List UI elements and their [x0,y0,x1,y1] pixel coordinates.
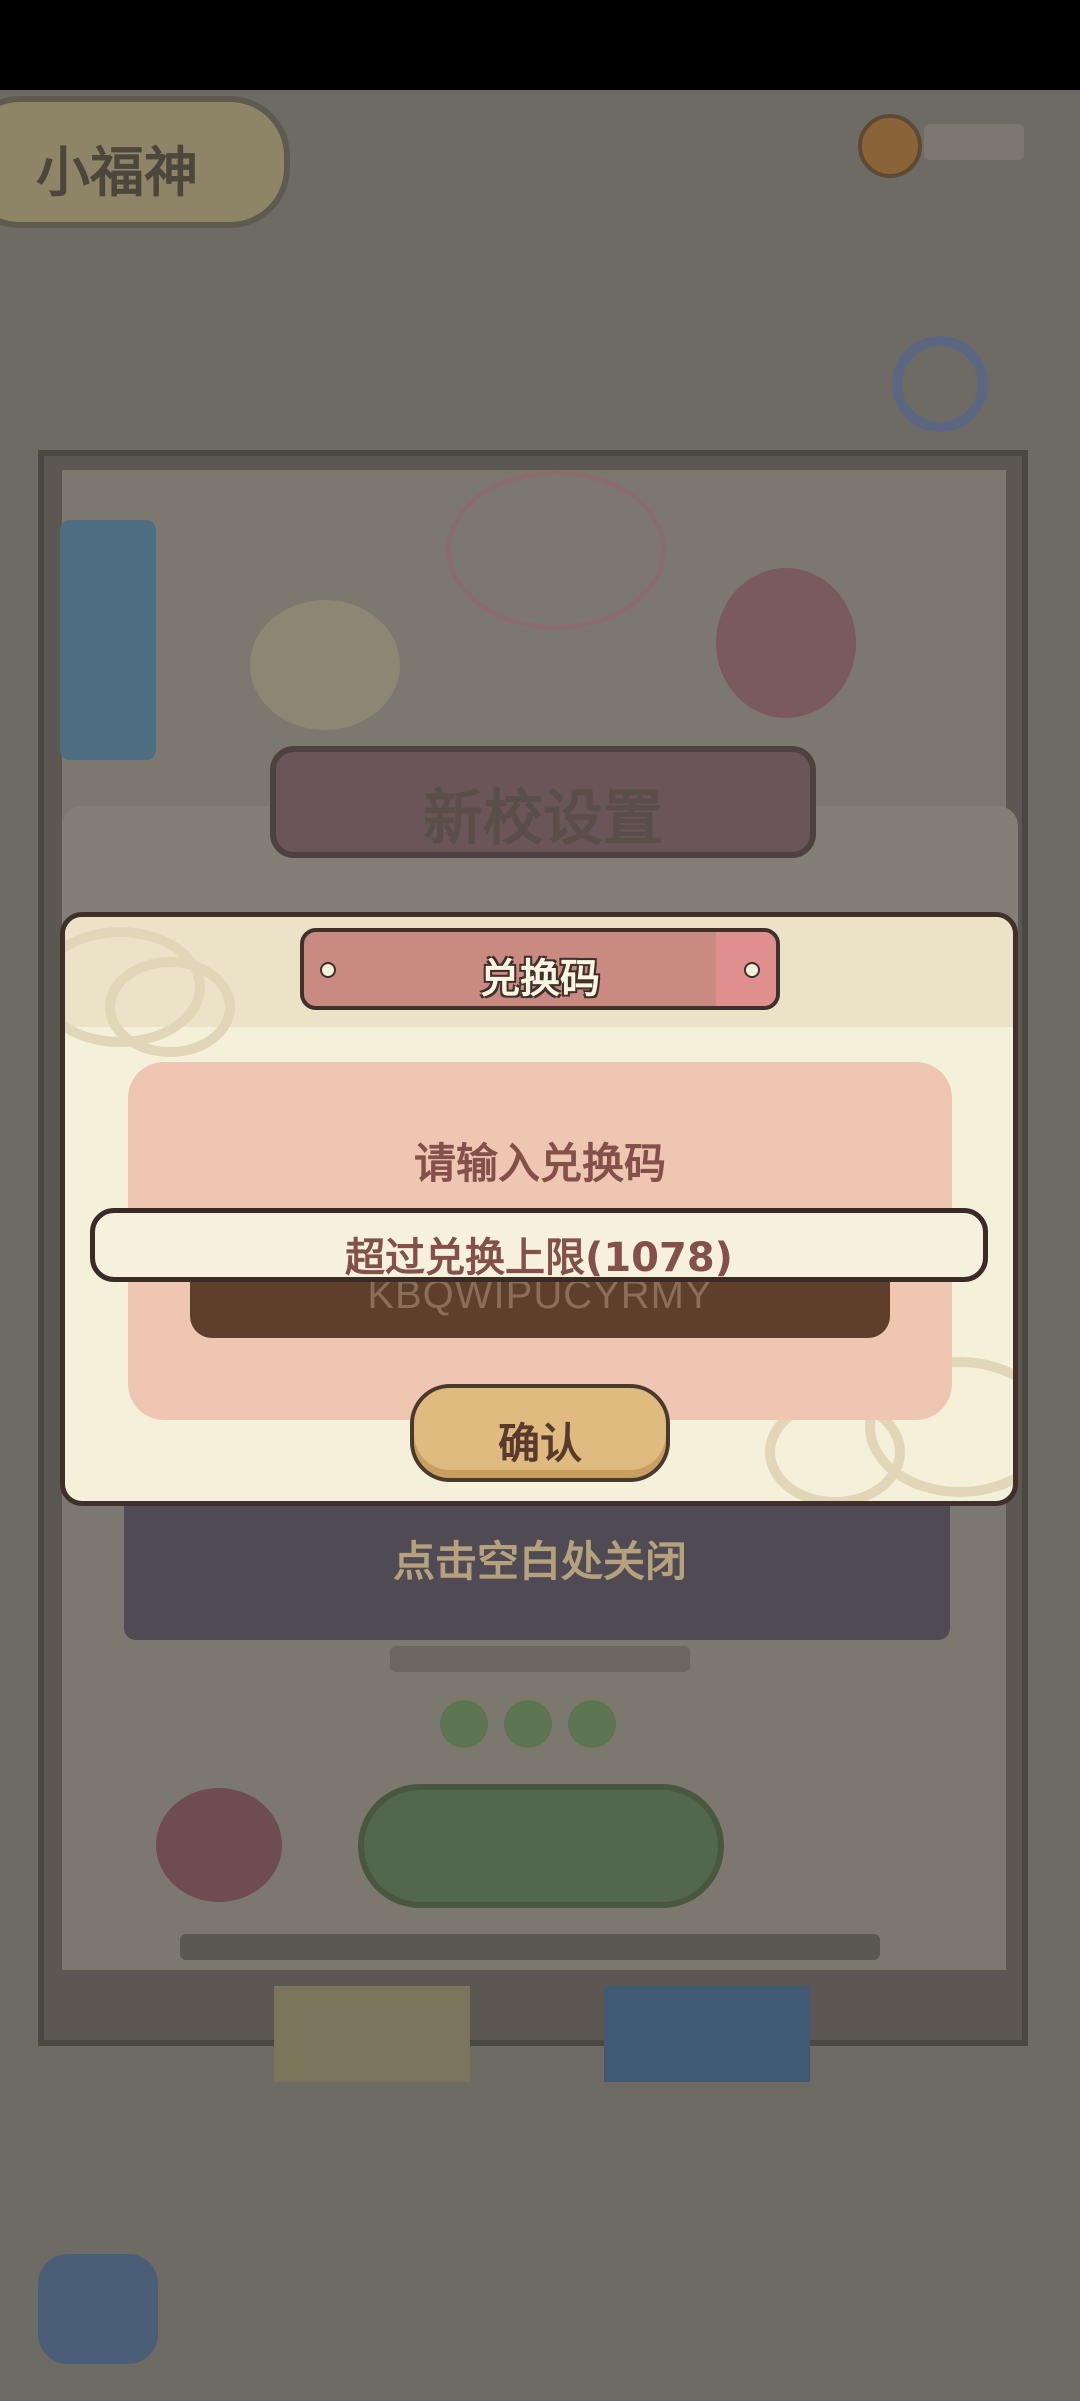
background-green-button [358,1784,724,1908]
status-bar [0,0,1080,90]
background-tab-right [604,1986,810,2082]
error-toast: 超过兑换上限(1078) [90,1208,988,1282]
background-character-left [250,600,400,730]
confirm-button-label: 确认 [497,1419,582,1468]
background-coin-icon [858,114,922,178]
check-icon [504,1700,552,1748]
dialog-title-plaque: 兑换码 [300,928,780,1010]
background-top-left-badge: 小福神 [0,96,290,228]
background-panel-title: 新校设置 [423,784,663,854]
background-text-line [390,1646,690,1672]
cloud-decoration-icon [105,957,235,1057]
screen: 小福神 新校设置 兑换码 请输入兑换码 超过兑换上限(1078) [0,0,1080,2401]
confirm-button[interactable]: 确认 [410,1384,670,1482]
background-red-ball-icon [156,1788,282,1902]
background-puzzle-icon [38,2254,158,2364]
background-settings-gear-icon [892,336,988,432]
background-coin-count [924,124,1024,160]
code-prompt-label: 请输入兑换码 [413,1139,666,1188]
check-icon [568,1700,616,1748]
background-tab-left [274,1986,470,2082]
tap-to-close-hint: 点击空白处关闭 [392,1537,687,1586]
background-ribbon [60,520,156,760]
background-check-row [440,1700,640,1750]
error-toast-text: 超过兑换上限(1078) [345,1235,733,1281]
background-circle-decoration [446,470,666,630]
dialog-title: 兑换码 [480,956,600,1002]
background-character-right [716,568,856,718]
check-icon [440,1700,488,1748]
background-note-line [180,1934,880,1960]
background-top-left-title: 小福神 [36,141,198,204]
background-panel-title-plaque: 新校设置 [270,746,816,858]
